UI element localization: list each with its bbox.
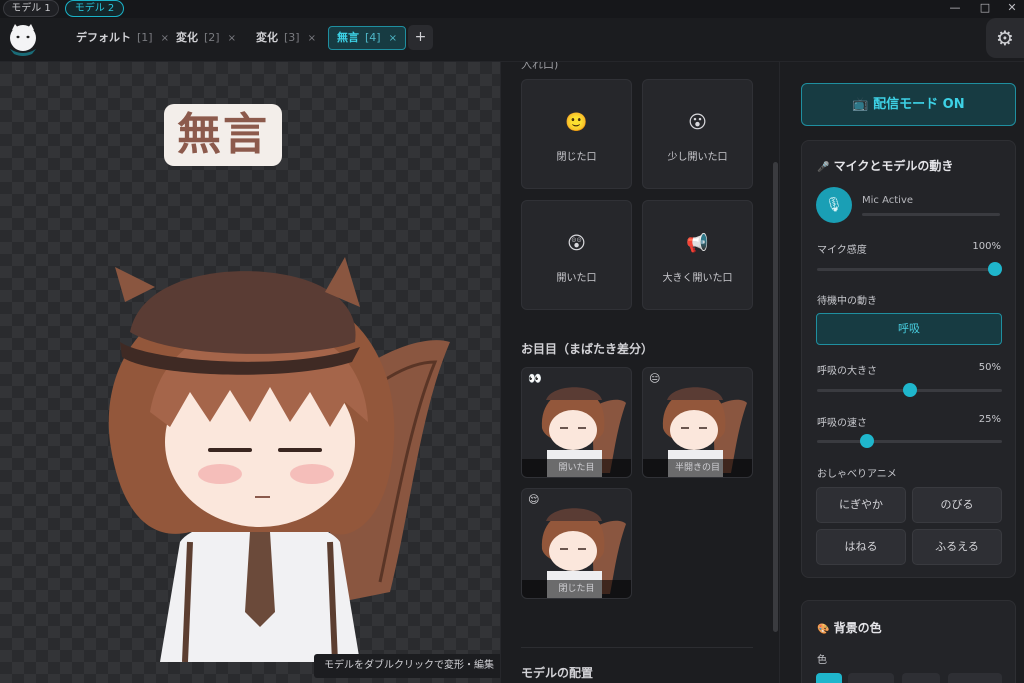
bg-panel-title-text: 背景の色 xyxy=(833,621,882,635)
idle-motion-label: 待機中の動き xyxy=(817,296,877,307)
tab-close-icon[interactable]: × xyxy=(228,33,236,44)
breath-speed-slider[interactable] xyxy=(817,434,1002,448)
thumb-label: 半開きの目 xyxy=(643,459,752,477)
card-label: 閉じた口 xyxy=(556,152,597,163)
color-swatch[interactable] xyxy=(902,673,940,683)
slightly-open-mouth-icon: 😮 xyxy=(688,112,707,133)
mouth-wide-open-card[interactable]: 📢 大きく開いた口 xyxy=(642,200,753,310)
tv-icon: 📺 xyxy=(852,97,869,112)
open-mouth-icon: 😲 xyxy=(567,233,586,254)
expressionless-face-icon: 😑 xyxy=(649,372,661,385)
mic-sensitivity-label: マイク感度 xyxy=(817,245,867,256)
breath-size-label: 呼吸の大きさ xyxy=(817,366,877,377)
tab-silent[interactable]: 無言 [4] × xyxy=(328,26,406,50)
canvas-hint-text: モデルをダブルクリックで変形・編集 xyxy=(314,654,504,678)
model-2-button[interactable]: モデル 2 xyxy=(65,0,124,17)
color-swatch-selected[interactable] xyxy=(816,673,842,683)
breath-size-value: 50% xyxy=(978,362,1001,373)
relieved-face-icon: 😌 xyxy=(528,493,540,506)
model-selector-bar: モデル 1 モデル 2 — □ ✕ xyxy=(0,0,1024,18)
tab-number: [3] xyxy=(284,31,300,44)
expression-title: 無言 xyxy=(164,104,282,166)
mouth-section-header: 入れ口) xyxy=(521,62,559,71)
maximize-button[interactable]: □ xyxy=(975,0,995,16)
background-color-panel: 🎨 背景の色 色 xyxy=(801,600,1016,683)
settings-gear-icon[interactable]: ⚙ xyxy=(986,18,1024,58)
mouth-slightly-open-card[interactable]: 😮 少し開いた口 xyxy=(642,79,753,189)
palette-icon: 🎨 xyxy=(817,624,830,635)
close-button[interactable]: ✕ xyxy=(1002,0,1022,16)
eyes-half-thumb[interactable]: 😑 半開きの目 xyxy=(642,367,753,478)
thumb-label: 開いた目 xyxy=(522,459,631,477)
card-label: 大きく開いた口 xyxy=(662,273,733,284)
add-tab-button[interactable]: + xyxy=(408,25,433,50)
tab-close-icon[interactable]: × xyxy=(308,33,316,44)
section-divider xyxy=(521,647,753,648)
mic-sensitivity-value: 100% xyxy=(972,241,1001,252)
mic-motion-panel: 🎤 マイクとモデルの動き 🎙 Mic Active マイク感度 100% 待機中… xyxy=(801,140,1016,578)
placement-section-title: モデルの配置 xyxy=(521,666,594,680)
color-swatch[interactable] xyxy=(948,673,1002,683)
tab-label: デフォルト xyxy=(76,31,131,44)
closed-mouth-icon: 🙂 xyxy=(565,112,588,133)
slider-knob[interactable] xyxy=(902,383,917,397)
breath-speed-value: 25% xyxy=(978,414,1001,425)
tab-number: [4] xyxy=(365,31,381,44)
studio-mic-icon: 🎙 xyxy=(816,187,852,223)
eyes-open-thumb[interactable]: 👀 開いた目 xyxy=(521,367,632,478)
color-label: 色 xyxy=(817,655,827,666)
slider-knob[interactable] xyxy=(859,434,874,448)
expression-panel: 入れ口) 🙂 閉じた口 😮 少し開いた口 😲 開いた口 📢 大きく開いた口 お目… xyxy=(500,62,780,683)
settings-panel: 📺 配信モード ON 🎤 マイクとモデルの動き 🎙 Mic Active マイク… xyxy=(780,62,1024,683)
app-window: モデル 1 モデル 2 — □ ✕ デフォルト [1] × 変化 [2] × 変化 [3]… xyxy=(0,0,1024,683)
idle-breath-button[interactable]: 呼吸 xyxy=(816,313,1002,345)
mic-sensitivity-slider[interactable] xyxy=(817,262,1002,276)
tab-label: 変化 xyxy=(256,31,278,44)
color-swatch[interactable] xyxy=(848,673,894,683)
eyes-icon: 👀 xyxy=(528,372,542,385)
anim-bounce-button[interactable]: はねる xyxy=(816,529,906,565)
tab-number: [1] xyxy=(137,31,153,44)
tab-close-icon[interactable]: × xyxy=(389,33,397,44)
model-canvas[interactable]: 無言 モデルをダブルクリックで変形・編集 xyxy=(0,62,504,683)
tab-label: 変化 xyxy=(176,31,198,44)
anim-stretch-button[interactable]: のびる xyxy=(912,487,1002,523)
mouth-open-card[interactable]: 😲 開いた口 xyxy=(521,200,632,310)
card-label: 少し開いた口 xyxy=(667,152,728,163)
mic-level-meter xyxy=(862,213,1000,216)
model-1-button[interactable]: モデル 1 xyxy=(3,0,59,17)
mic-panel-title-text: マイクとモデルの動き xyxy=(833,159,954,173)
eye-section-title: お目目（まばたき差分） xyxy=(521,342,654,356)
mic-panel-title: 🎤 マイクとモデルの動き xyxy=(817,157,953,174)
slider-knob[interactable] xyxy=(988,262,1002,276)
tab-change-2[interactable]: 変化 [2] × xyxy=(168,26,244,50)
bg-panel-title: 🎨 背景の色 xyxy=(817,619,882,636)
stream-mode-button[interactable]: 📺 配信モード ON xyxy=(801,83,1016,126)
card-label: 開いた口 xyxy=(556,273,597,284)
tab-default[interactable]: デフォルト [1] × xyxy=(68,26,177,50)
tab-change-3[interactable]: 変化 [3] × xyxy=(248,26,324,50)
tab-label: 無言 xyxy=(337,31,359,44)
thumb-label: 閉じた目 xyxy=(522,580,631,598)
eyes-closed-thumb[interactable]: 😌 閉じた目 xyxy=(521,488,632,599)
breath-speed-label: 呼吸の速さ xyxy=(817,418,867,429)
megaphone-icon: 📢 xyxy=(686,233,709,254)
avatar-model-image[interactable] xyxy=(90,212,460,662)
tab-number: [2] xyxy=(204,31,220,44)
mic-status-text: Mic Active xyxy=(862,195,914,206)
talk-anim-label: おしゃべりアニメ xyxy=(817,469,897,480)
stream-mode-label: 配信モード ON xyxy=(873,97,965,112)
anim-lively-button[interactable]: にぎやか xyxy=(816,487,906,523)
app-logo-icon xyxy=(10,24,36,56)
tabs-bar: デフォルト [1] × 変化 [2] × 変化 [3] × 無言 [4] × + ⚙ xyxy=(0,18,1024,62)
minimize-button[interactable]: — xyxy=(945,0,965,16)
breath-size-slider[interactable] xyxy=(817,383,1002,397)
mouth-closed-card[interactable]: 🙂 閉じた口 xyxy=(521,79,632,189)
microphone-icon: 🎤 xyxy=(817,162,830,173)
anim-shake-button[interactable]: ふるえる xyxy=(912,529,1002,565)
middle-scrollbar[interactable] xyxy=(773,162,778,632)
